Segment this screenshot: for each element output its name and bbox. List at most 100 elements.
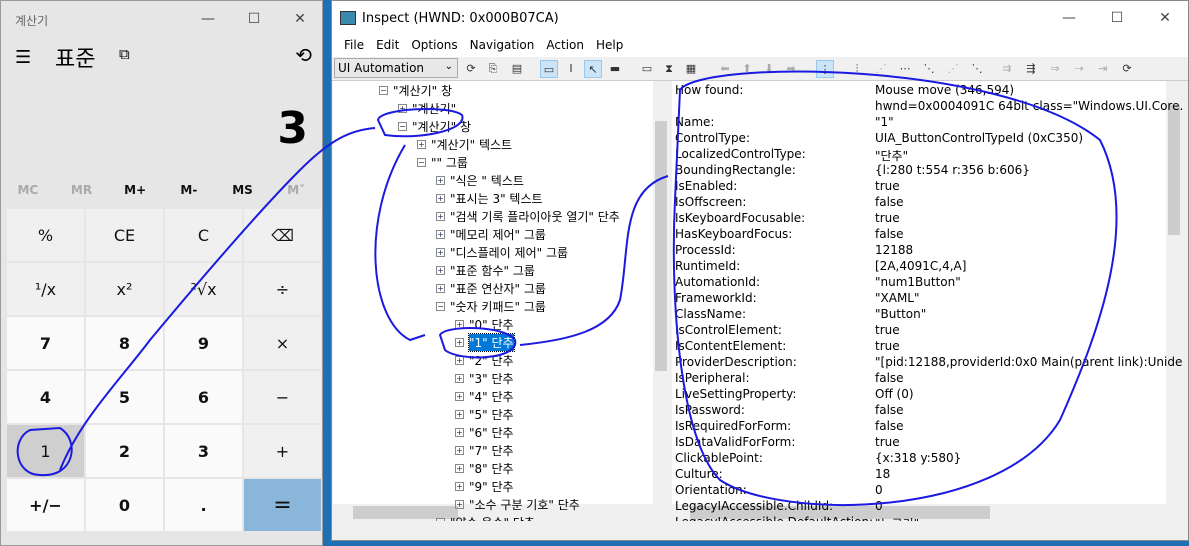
expand-icon[interactable]: + xyxy=(455,409,464,419)
memory-button-mc[interactable]: MC xyxy=(1,183,55,197)
nav-first-child-icon[interactable]: ⋰ xyxy=(872,60,890,78)
nav-next-sibling-icon[interactable]: ⋱ xyxy=(920,60,938,78)
memory-button-m[interactable]: M+ xyxy=(108,183,162,197)
calc-button[interactable]: CE xyxy=(86,209,163,261)
expand-icon[interactable]: + xyxy=(436,247,445,257)
nav-down-icon[interactable]: ⬇ xyxy=(760,60,778,78)
tree-item[interactable]: + "0" 단추 xyxy=(455,315,514,333)
nav-left-icon[interactable]: ⬅ xyxy=(716,60,734,78)
history-icon[interactable]: ⟲ xyxy=(295,43,312,67)
collapse-icon[interactable]: − xyxy=(436,301,445,311)
tree-view-icon[interactable]: ⋮ xyxy=(816,60,834,78)
mode-select[interactable]: UI Automation ⌄ xyxy=(334,58,458,78)
tree-item[interactable]: + "검색 기록 플라이아웃 열기" 단추 xyxy=(436,207,620,225)
calc-button[interactable]: = xyxy=(244,479,321,531)
tree-item[interactable]: + "디스플레이 제어" 그룹 xyxy=(436,243,568,261)
tree-item[interactable]: + "표시는 3" 텍스트 xyxy=(436,189,543,207)
hourglass-icon[interactable]: ⧗ xyxy=(660,60,678,78)
tree-item[interactable]: + "표준 연산자" 그룹 xyxy=(436,279,546,297)
tree-item[interactable]: + "2" 단추 xyxy=(455,351,514,369)
tree-item[interactable]: + "계산기" 텍스트 xyxy=(417,135,512,153)
expand-icon[interactable]: + xyxy=(455,373,464,383)
expand-icon[interactable]: + xyxy=(455,481,464,491)
tree-item[interactable]: + "8" 단추 xyxy=(455,459,514,477)
menu-options[interactable]: Options xyxy=(405,35,463,57)
collapse-icon[interactable]: − xyxy=(379,85,388,95)
calc-button[interactable]: 4 xyxy=(7,371,84,423)
memory-button-ms[interactable]: MS xyxy=(216,183,270,197)
memory-button-mr[interactable]: MR xyxy=(55,183,109,197)
calc-button[interactable]: 0 xyxy=(86,479,163,531)
menu-action[interactable]: Action xyxy=(540,35,590,57)
focus-icon[interactable]: ⇶ xyxy=(1022,60,1040,78)
expand-icon[interactable]: + xyxy=(455,499,464,509)
refresh-icon[interactable]: ⟳ xyxy=(462,60,480,78)
nav-prev-sibling-icon[interactable]: ⋯ xyxy=(896,60,914,78)
tree-item[interactable]: + "4" 단추 xyxy=(455,387,514,405)
memory-button-m[interactable]: M˅ xyxy=(269,183,323,197)
memory-button-m[interactable]: M- xyxy=(162,183,216,197)
tree-item[interactable]: + "3" 단추 xyxy=(455,369,514,387)
watch-focus-icon[interactable]: ▭ xyxy=(540,60,558,78)
calc-button[interactable]: 6 xyxy=(165,371,242,423)
caret-icon[interactable]: ▦ xyxy=(682,60,700,78)
expand-icon[interactable]: + xyxy=(455,319,464,329)
expand-icon[interactable]: + xyxy=(455,463,464,473)
calc-button[interactable]: ²√x xyxy=(165,263,242,315)
tree-item[interactable]: − "계산기" 창 xyxy=(398,117,471,135)
invoke-icon[interactable]: ⇒ xyxy=(1046,60,1064,78)
inspect-maximize-button[interactable]: ☐ xyxy=(1094,6,1140,30)
watch-caret-icon[interactable]: I xyxy=(562,60,580,78)
menu-navigation[interactable]: Navigation xyxy=(464,35,541,57)
close-button[interactable]: ✕ xyxy=(277,7,323,31)
nav-parent-icon[interactable]: ⫶ xyxy=(848,60,866,78)
calc-button[interactable]: 1 xyxy=(7,425,84,477)
calc-button[interactable]: 8 xyxy=(86,317,163,369)
properties-vertical-scrollbar[interactable] xyxy=(1166,81,1182,504)
keep-on-top-icon[interactable]: ⧉ xyxy=(119,45,130,63)
expand-icon[interactable]: + xyxy=(436,265,445,275)
tree-item[interactable]: − "계산기" 창 xyxy=(379,81,452,99)
collapse-icon[interactable]: − xyxy=(436,517,445,521)
calc-button[interactable]: 2 xyxy=(86,425,163,477)
expand-icon[interactable]: + xyxy=(455,427,464,437)
nav-up-icon[interactable]: ⬆ xyxy=(738,60,756,78)
expand-icon[interactable]: ⋱ xyxy=(968,60,986,78)
calc-button[interactable]: + xyxy=(244,425,321,477)
calc-button[interactable]: ⌫ xyxy=(244,209,321,261)
expand-icon[interactable]: + xyxy=(436,229,445,239)
calc-button[interactable]: . xyxy=(165,479,242,531)
toggle-icon[interactable]: ⇢ xyxy=(1070,60,1088,78)
calc-button[interactable]: − xyxy=(244,371,321,423)
tree-item[interactable]: + "9" 단추 xyxy=(455,477,514,495)
menu-file[interactable]: File xyxy=(338,35,370,57)
minimize-button[interactable]: — xyxy=(185,7,231,31)
tree-item[interactable]: − "양수 음수" 단추 xyxy=(436,513,535,521)
expand-icon[interactable]: + xyxy=(455,445,464,455)
hamburger-menu-icon[interactable]: ☰ xyxy=(15,47,31,68)
tree-item[interactable]: + "5" 단추 xyxy=(455,405,514,423)
tree-item[interactable]: + "1" 단추 xyxy=(455,332,515,352)
calc-button[interactable]: +/− xyxy=(7,479,84,531)
tree-item[interactable]: + "소수 구분 기호" 단추 xyxy=(455,495,580,513)
tree-item[interactable]: − "" 그룹 xyxy=(417,153,468,171)
calc-button[interactable]: × xyxy=(244,317,321,369)
inspect-close-button[interactable]: ✕ xyxy=(1142,6,1188,30)
action-icon[interactable]: ⇉ xyxy=(998,60,1016,78)
tree-item[interactable]: + "식은 " 텍스트 xyxy=(436,171,524,189)
nav-right-icon[interactable]: ➡ xyxy=(782,60,800,78)
nav-last-child-icon[interactable]: ⋰ xyxy=(944,60,962,78)
calc-button[interactable]: ÷ xyxy=(244,263,321,315)
show-tooltip-icon[interactable]: ▬ xyxy=(606,60,624,78)
calc-button[interactable]: 3 xyxy=(165,425,242,477)
expand-icon[interactable]: + xyxy=(455,355,464,365)
collapse-icon[interactable]: − xyxy=(398,121,407,131)
calc-button[interactable]: C xyxy=(165,209,242,261)
maximize-button[interactable]: ☐ xyxy=(231,7,277,31)
expand-icon[interactable]: + xyxy=(436,193,445,203)
expand-icon[interactable]: + xyxy=(436,211,445,221)
refresh-tree-icon[interactable]: ⟳ xyxy=(1118,60,1136,78)
expand-icon[interactable]: + xyxy=(455,391,464,401)
expand-icon[interactable]: + xyxy=(436,283,445,293)
collapse-icon[interactable]: − xyxy=(417,157,426,167)
